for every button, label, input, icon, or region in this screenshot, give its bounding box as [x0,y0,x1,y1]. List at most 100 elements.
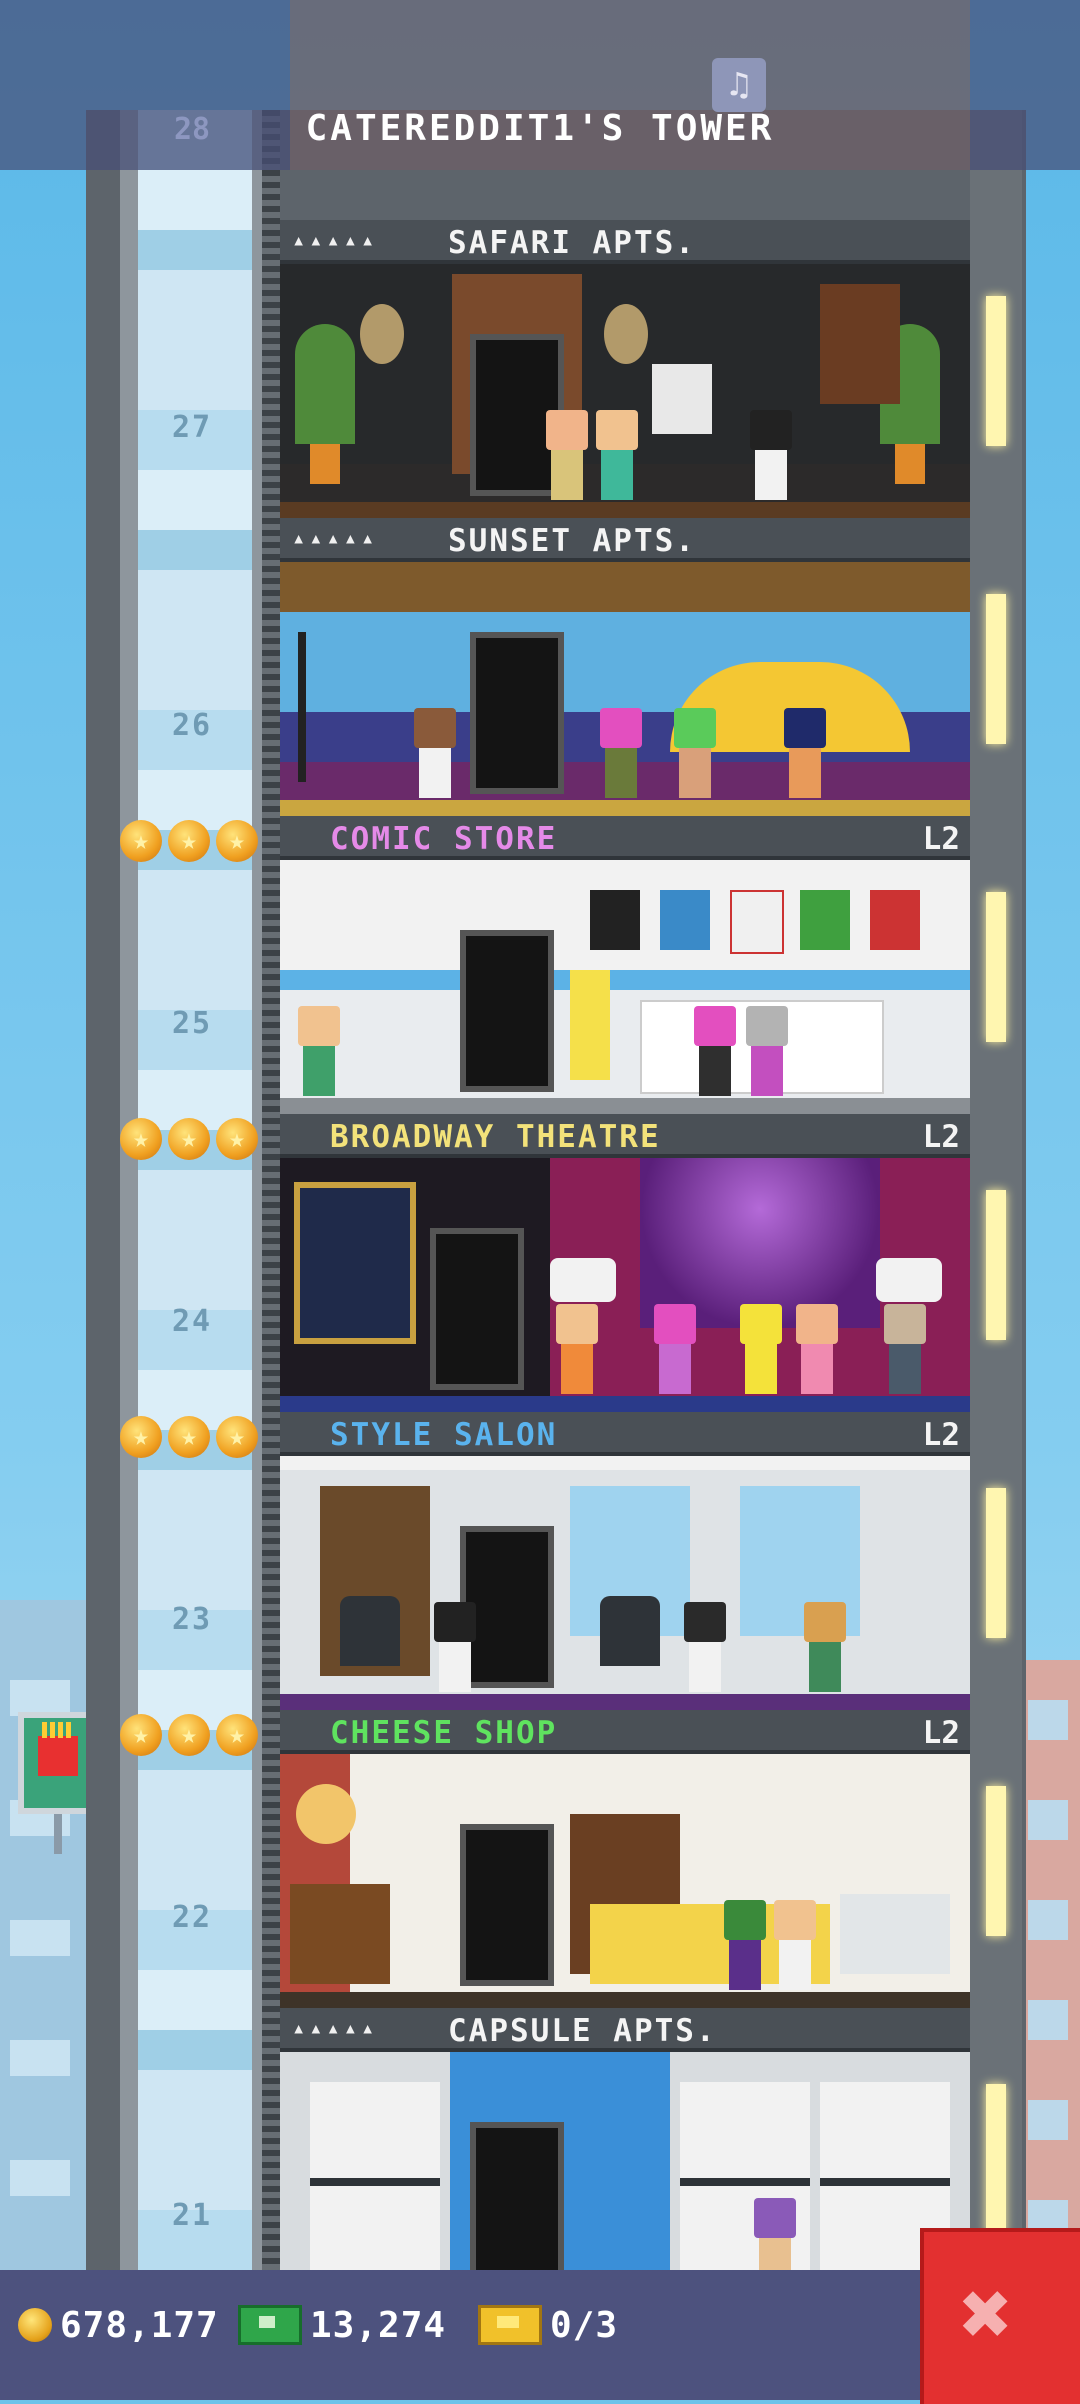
palm-plant [295,324,355,444]
stairwell-light [986,1786,1006,1936]
star-icon: ★ [216,1118,258,1160]
floor-name: CAPSULE APTS. [448,2013,717,2049]
stairwell-light [986,1488,1006,1638]
floor-label: STYLE SALON L2 [280,1412,970,1456]
cheese-shelf [290,1884,390,1984]
cheese-display [840,1894,950,1974]
music-note-icon[interactable]: ♫ [712,58,766,112]
room-door [470,632,564,794]
business-stars: ★ ★ ★ [120,820,258,866]
room-door [460,930,554,1092]
floor-number: 22 [171,1900,213,1935]
floor-sunset-apts[interactable]: ▴▴▴▴▴ SUNSET APTS. [280,518,970,816]
room-interior [280,1754,970,2008]
star-icon: ★ [168,1714,210,1756]
floor-cheese-shop[interactable]: CHEESE SHOP L2 [280,1710,970,2008]
room-interior [280,1456,970,1710]
floor-level: L2 [922,821,960,857]
star-icon: ★ [120,1714,162,1756]
tower-header: ♫ 28 CATEREDDIT1'S TOWER [0,0,1080,170]
lamp [652,364,712,434]
floor-name: COMIC STORE [330,821,558,857]
floor-label: ▴▴▴▴▴ SUNSET APTS. [280,518,970,562]
occupancy-pips: ▴▴▴▴▴ [292,2016,379,2041]
bitizen[interactable] [294,1006,344,1096]
room-door [460,1824,554,1986]
bitizen[interactable] [770,1900,820,1990]
bitizen[interactable] [596,708,646,798]
theatre-poster [294,1182,416,1344]
speech-bubble [876,1258,942,1302]
salon-chair [340,1596,400,1666]
close-icon: ✖ [960,2262,1013,2365]
bitizen[interactable] [552,1304,602,1394]
floor-style-salon[interactable]: STYLE SALON L2 [280,1412,970,1710]
fries-icon [38,1722,78,1776]
floor-label: ▴▴▴▴▴ CAPSULE APTS. [280,2008,970,2052]
bitizen[interactable] [742,1006,792,1096]
comic-rack [570,970,610,1080]
bux-counter: 13,274 [238,2300,446,2350]
tickets-value: 0/3 [550,2304,619,2346]
room-interior [280,1158,970,1412]
room-door [470,2122,564,2284]
comic-poster [730,890,784,954]
business-stars: ★ ★ ★ [120,1416,258,1462]
star-icon: ★ [168,820,210,862]
bitizen[interactable] [736,1304,786,1394]
stairwell-light [986,1190,1006,1340]
star-icon: ★ [120,1118,162,1160]
comic-poster [660,890,710,950]
bitizen[interactable] [792,1304,842,1394]
coins-counter: 678,177 [18,2300,219,2350]
comic-poster [800,890,850,950]
room-interior [280,562,970,816]
capsule-pods [310,2082,440,2282]
star-icon: ★ [216,820,258,862]
comic-poster [870,890,920,950]
floor-safari-apts[interactable]: ▴▴▴▴▴ SAFARI APTS. [280,220,970,518]
floor-capsule-apts[interactable]: ▴▴▴▴▴ CAPSULE APTS. [280,2008,970,2306]
bitizen[interactable] [690,1006,740,1096]
coins-value: 678,177 [60,2304,219,2346]
floor-number: 21 [171,2198,213,2233]
star-icon: ★ [168,1416,210,1458]
floor-label: COMIC STORE L2 [280,816,970,860]
speech-bubble [550,1258,616,1302]
comic-poster [590,890,640,950]
floor-name: STYLE SALON [330,1417,558,1453]
bitizen[interactable] [542,410,592,500]
bitizen[interactable] [410,708,460,798]
room-interior [280,264,970,518]
bitizen[interactable] [720,1900,770,1990]
window-shutters [820,284,900,404]
floor-level: L2 [922,1417,960,1453]
floor-name: SUNSET APTS. [448,523,696,559]
stairwell-light [986,594,1006,744]
cheese-wheel [296,1784,356,1844]
floor-number: 27 [171,410,213,445]
bitizen[interactable] [670,708,720,798]
bitizen[interactable] [880,1304,930,1394]
floor-name: SAFARI APTS. [448,225,696,261]
occupancy-pips: ▴▴▴▴▴ [292,526,379,551]
street-lamp [298,632,306,782]
stairwell-light [986,296,1006,446]
bitizen[interactable] [800,1602,850,1692]
floor-comic-store[interactable]: COMIC STORE L2 [280,816,970,1114]
bitizen[interactable] [650,1304,700,1394]
floor-broadway-theatre[interactable]: BROADWAY THEATRE L2 [280,1114,970,1412]
bitizen[interactable] [780,708,830,798]
floor-level: L2 [922,1715,960,1751]
golden-ticket-icon [478,2305,542,2345]
bitizen[interactable] [680,1602,730,1692]
bitizen[interactable] [592,410,642,500]
room-interior [280,2052,970,2306]
bitizen[interactable] [746,410,796,500]
floor-level: L2 [922,1119,960,1155]
room-interior [280,860,970,1114]
star-icon: ★ [120,1416,162,1458]
close-button[interactable]: ✖ [920,2228,1080,2404]
business-stars: ★ ★ ★ [120,1118,258,1164]
bitizen[interactable] [430,1602,480,1692]
